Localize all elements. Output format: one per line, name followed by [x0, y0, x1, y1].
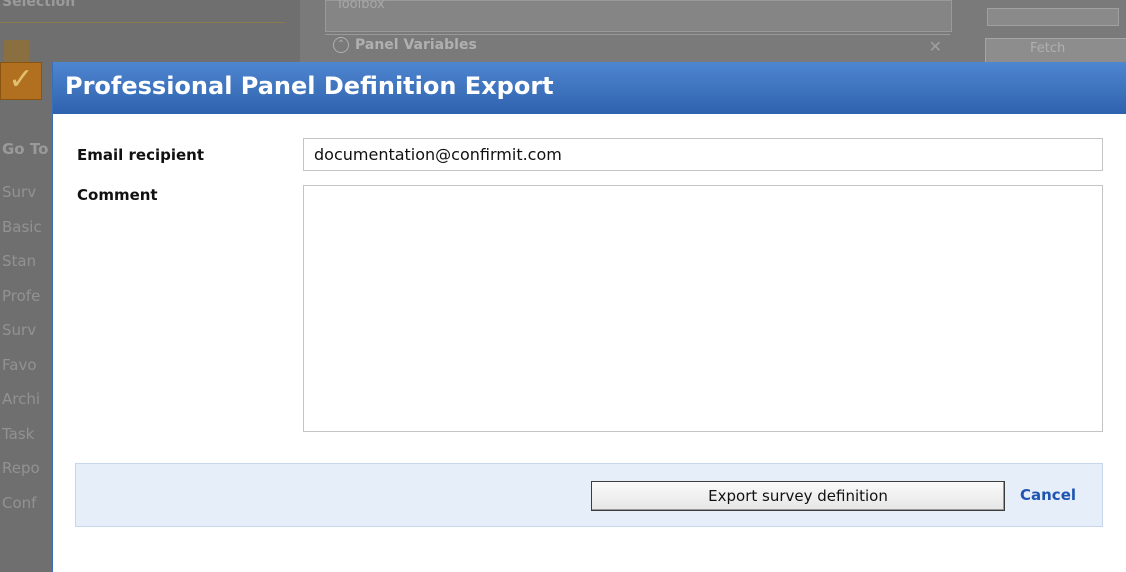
background-nav-item: Favo: [2, 355, 37, 374]
email-recipient-input[interactable]: [303, 138, 1103, 171]
background-nav-item: Surv: [2, 183, 37, 201]
checkmark-icon: ✓: [0, 62, 42, 100]
dialog-footer: Export survey definition Cancel: [75, 463, 1103, 527]
background-nav-item: Repo: [2, 459, 40, 477]
background-panel-variables-label: Panel Variables: [355, 37, 477, 53]
background-nav-item: Surv: [2, 321, 37, 339]
background-nav-item: Task: [2, 424, 35, 443]
close-icon: ✕: [928, 37, 942, 56]
export-dialog: Professional Panel Definition Export Ema…: [52, 62, 1126, 572]
background-nav-item: Archi: [2, 390, 41, 408]
comment-label: Comment: [77, 186, 158, 204]
email-recipient-label: Email recipient: [77, 146, 205, 164]
background-fetch-label: Fetch: [1030, 41, 1066, 56]
background-panel-variables: ⌃ Panel Variables ✕: [325, 34, 950, 61]
background-nav-list: Surv Basic Stan Profe Surv Favo Archi Ta…: [2, 180, 42, 525]
background-nav-item: Profe: [2, 286, 41, 305]
folder-icon: [4, 40, 30, 62]
dialog-titlebar: Professional Panel Definition Export: [53, 62, 1126, 114]
background-toolbar-field: [987, 8, 1119, 26]
background-toolbox: Toolbox: [325, 0, 952, 32]
background-sidebar-heading: Selection: [2, 0, 76, 10]
export-survey-definition-button[interactable]: Export survey definition: [591, 481, 1005, 511]
background-fetch-button: Fetch: [985, 38, 1126, 64]
dialog-title: Professional Panel Definition Export: [65, 72, 554, 100]
comment-textarea[interactable]: [303, 185, 1103, 432]
background-divider: [0, 22, 285, 23]
background-nav-item: Conf: [2, 493, 37, 512]
collapse-icon: ⌃: [333, 37, 349, 53]
background-right-toolbar: Fetch: [975, 0, 1126, 64]
cancel-link[interactable]: Cancel: [1020, 486, 1076, 504]
background-nav-item: Stan: [2, 252, 37, 270]
background-goto-heading: Go To: [2, 140, 49, 158]
background-nav-item: Basic: [2, 217, 42, 236]
background-toolbox-label: Toolbox: [336, 0, 385, 12]
